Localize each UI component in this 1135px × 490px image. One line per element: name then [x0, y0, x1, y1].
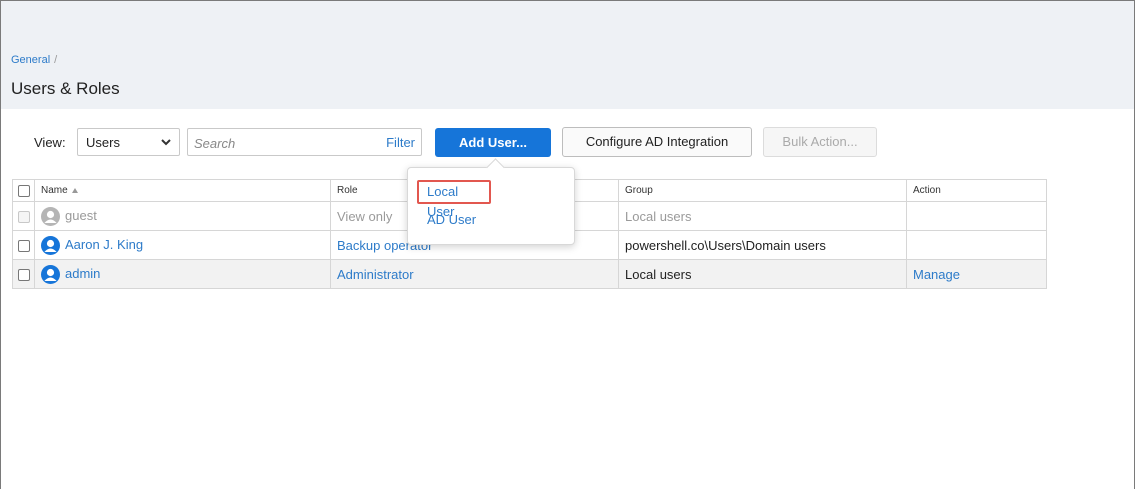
user-name-cell: admin	[34, 259, 331, 289]
user-name-link[interactable]: Aaron J. King	[65, 236, 143, 251]
header-checkbox-cell	[12, 179, 35, 202]
select-all-checkbox[interactable]	[17, 184, 30, 197]
breadcrumb: General /	[11, 54, 57, 66]
user-group: Local users	[618, 259, 907, 289]
user-name-cell: guest	[34, 201, 331, 231]
app-window: General / Users & Roles View: Users Searc…	[0, 0, 1135, 489]
user-group: powershell.co\Users\Domain users	[618, 230, 907, 260]
view-label: View:	[34, 135, 66, 150]
row-checkbox-cell	[12, 230, 35, 260]
menu-item-ad-user[interactable]: AD User	[427, 212, 476, 227]
add-user-button[interactable]: Add User...	[435, 128, 551, 157]
search-input[interactable]: Search Filter	[187, 128, 422, 156]
column-header-group[interactable]: Group	[618, 179, 907, 202]
user-avatar-icon	[41, 264, 60, 284]
row-checkbox-cell	[12, 259, 35, 289]
user-role-link[interactable]: Administrator	[330, 259, 619, 289]
filter-button[interactable]: Filter	[386, 135, 415, 150]
search-placeholder: Search	[194, 136, 236, 151]
user-name-link[interactable]: admin	[65, 265, 100, 280]
row-checkbox-cell	[12, 201, 35, 231]
page-header: General / Users & Roles	[1, 1, 1134, 109]
user-name-cell: Aaron J. King	[34, 230, 331, 260]
user-name: guest	[65, 207, 97, 223]
menu-item-local-user[interactable]: Local User	[417, 180, 491, 219]
user-action	[906, 201, 1047, 231]
table-row: admin Administrator Local users Manage	[12, 259, 1047, 289]
dropdown-caret	[486, 158, 505, 177]
column-name-label: Name	[41, 185, 68, 196]
user-avatar-icon	[41, 206, 60, 226]
breadcrumb-general-link[interactable]: General	[11, 54, 50, 66]
column-header-action: Action	[906, 179, 1047, 202]
page-title: Users & Roles	[11, 79, 120, 98]
user-action	[906, 230, 1047, 260]
user-group: Local users	[618, 201, 907, 231]
view-select[interactable]: Users	[77, 128, 180, 156]
bulk-action-button[interactable]: Bulk Action...	[763, 127, 877, 157]
breadcrumb-separator: /	[54, 54, 58, 66]
view-select-value: Users	[86, 135, 120, 150]
row-checkbox[interactable]	[17, 240, 30, 253]
row-checkbox[interactable]	[17, 269, 30, 282]
row-checkbox	[17, 211, 30, 224]
manage-link[interactable]: Manage	[906, 259, 1047, 289]
column-header-name[interactable]: Name	[34, 179, 331, 202]
sort-asc-icon	[71, 187, 78, 193]
user-avatar-icon	[41, 235, 60, 255]
add-user-dropdown-menu: Local User AD User	[407, 158, 575, 245]
chevron-down-icon	[161, 139, 171, 146]
configure-ad-integration-button[interactable]: Configure AD Integration	[562, 127, 752, 157]
